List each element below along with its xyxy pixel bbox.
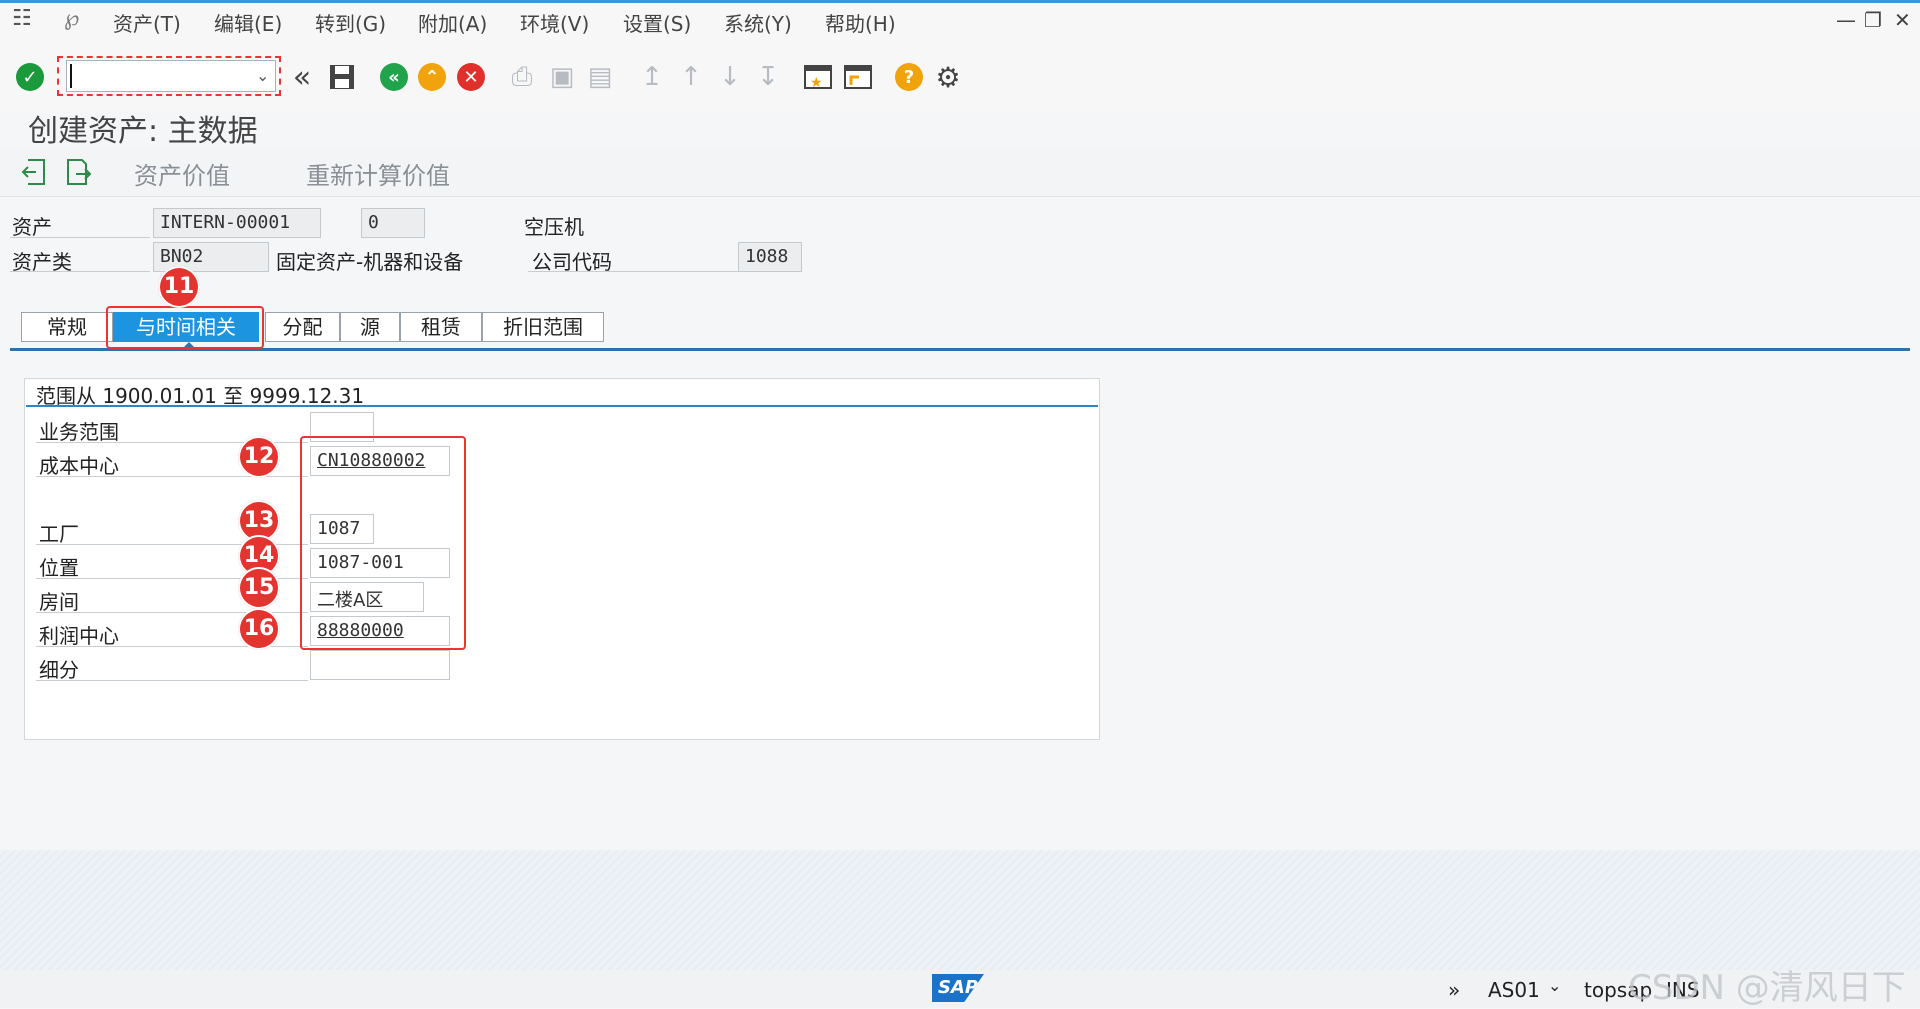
transaction-code: AS01 [1488,978,1540,1002]
tab-strip-underline [10,348,1910,351]
previous-screen-icon[interactable] [20,158,48,190]
menu-bar: ☷ ℘ 资产(T) 编辑(E) 转到(G) 附加(A) 环境(V) 设置(S) … [0,0,1920,41]
asset-label-underline [10,237,150,238]
menu-system[interactable]: 系统(Y) [724,8,792,37]
restore-icon[interactable]: ❐ [1864,8,1882,32]
prev-page-icon[interactable]: ↑ [675,61,707,93]
find-next-icon[interactable]: ▤ [584,61,616,93]
asset-label: 资产 [12,215,52,239]
fields-highlight [300,436,466,650]
asset-class-description: 固定资产-机器和设备 [276,250,464,274]
tab-origin[interactable]: 源 [340,312,400,342]
first-page-icon[interactable]: ↥ [636,61,668,93]
watermark: CSDN @清风日下 [1628,968,1906,1008]
page-title: 创建资产: 主数据 [28,114,258,149]
annotation-badge-16: 16 [238,608,280,650]
cost-center-label: 成本中心 [39,454,119,478]
company-code-field[interactable]: 1088 [738,242,802,272]
menu-asset[interactable]: 资产(T) [113,8,181,37]
annotation-badge-12: 12 [238,436,280,478]
menu-goto[interactable]: 转到(G) [315,8,386,37]
asset-subnumber-field[interactable]: 0 [361,208,425,238]
save-icon[interactable] [326,61,358,93]
recalculate-value-link[interactable]: 重新计算价值 [306,156,450,191]
back-icon[interactable]: « [378,61,410,93]
menu-environment[interactable]: 环境(V) [520,8,589,37]
next-screen-icon[interactable] [64,158,92,190]
row-underline [36,680,308,681]
business-area-label: 业务范围 [39,420,119,444]
exit-icon[interactable]: ⌃ [416,61,448,93]
help-icon[interactable]: ? [893,61,925,93]
new-session-icon[interactable]: ★ [802,61,834,93]
pin-icon[interactable]: ℘ [64,6,79,31]
validity-range-title: 范围从 1900.01.01 至 9999.12.31 [36,384,365,408]
annotation-badge-11: 11 [158,266,200,308]
check-icon[interactable]: ✓ [14,61,46,93]
asset-number-field[interactable]: INTERN-00001 [153,208,321,238]
menu-extras[interactable]: 附加(A) [418,8,487,37]
plant-label: 工厂 [39,522,79,546]
svg-text:★: ★ [810,75,823,91]
time-dependent-group [24,378,1100,740]
tab-depreciation-areas[interactable]: 折旧范围 [482,312,604,342]
tab-allocations[interactable]: 分配 [265,312,340,342]
asset-value-link[interactable]: 资产价值 [134,156,230,191]
back-double-icon[interactable]: « [286,60,318,95]
accent-line [0,0,1920,3]
last-page-icon[interactable]: ↧ [752,61,784,93]
command-field[interactable] [66,60,276,92]
cancel-icon[interactable]: ✕ [455,61,487,93]
find-icon[interactable]: ▣ [546,61,578,93]
segment-label: 细分 [39,658,79,682]
menu-icon[interactable]: ☷ [12,6,32,31]
application-toolbar [0,148,1920,197]
asset-description: 空压机 [524,215,584,239]
minimize-icon[interactable]: — [1836,8,1856,32]
company-code-label-underline [528,271,738,272]
annotation-badge-15: 15 [238,567,280,609]
menu-edit[interactable]: 编辑(E) [214,8,282,37]
shortcut-icon[interactable] [842,61,874,93]
status-expand-icon[interactable]: » [1448,978,1460,1002]
tab-general[interactable]: 常规 [21,312,113,342]
menu-settings[interactable]: 设置(S) [623,8,691,37]
chevron-down-icon[interactable]: ⌄ [256,66,269,85]
profit-center-label: 利润中心 [39,624,119,648]
room-label: 房间 [39,590,79,614]
chevron-down-icon[interactable]: ⌄ [1548,976,1561,995]
print-icon[interactable]: ⎙ [506,61,538,93]
active-tab-highlight [106,306,264,349]
segment-field[interactable] [310,650,450,680]
text-cursor [70,64,72,88]
tab-leasing[interactable]: 租赁 [400,312,482,342]
menu-help[interactable]: 帮助(H) [825,8,896,37]
asset-class-label-underline [10,271,150,272]
close-icon[interactable]: ✕ [1894,8,1911,32]
settings-icon[interactable]: ⚙ [932,61,964,94]
next-page-icon[interactable]: ↓ [714,61,746,93]
background-pattern [0,850,1920,970]
location-label: 位置 [39,556,79,580]
